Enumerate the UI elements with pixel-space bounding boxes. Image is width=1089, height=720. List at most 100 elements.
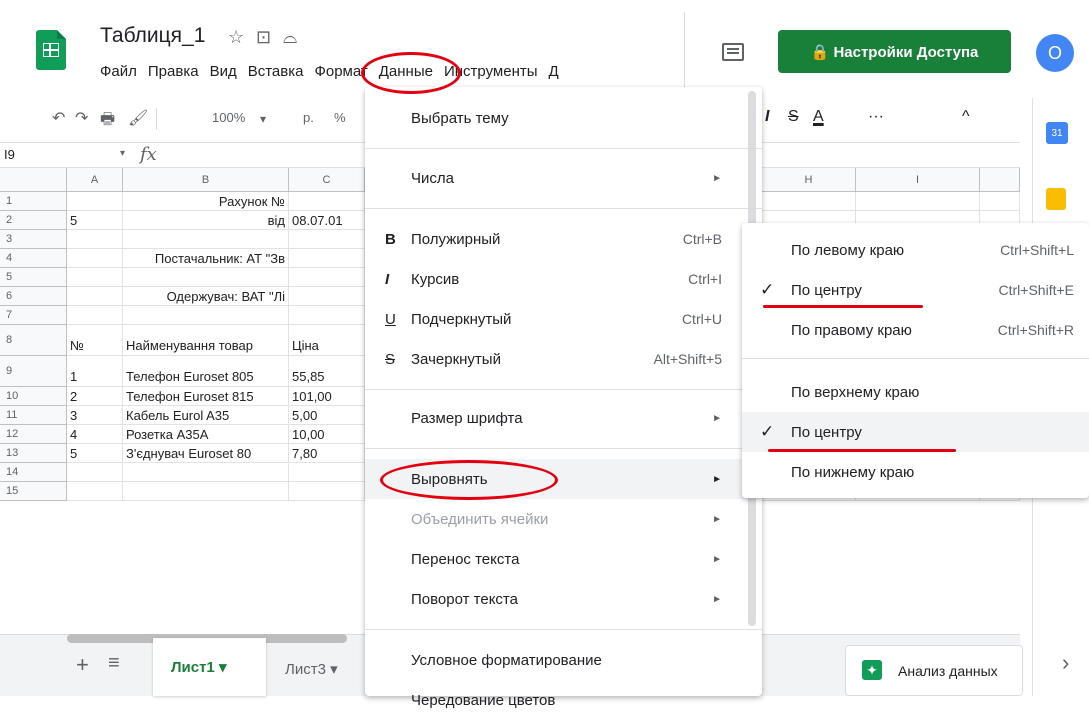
cell-b12[interactable]: Розетка A35A (123, 425, 289, 444)
column-header-c[interactable]: C (289, 168, 365, 192)
menu-item-align-top[interactable]: По верхнему краю (742, 372, 1089, 412)
document-title[interactable]: Таблиця_1 (100, 24, 205, 48)
menu-item-italic[interactable]: I Курсив Ctrl+I (365, 259, 762, 299)
row-header[interactable]: 1 (0, 192, 67, 211)
paint-format-icon[interactable]: 🖌 (128, 108, 148, 128)
row-header[interactable]: 11 (0, 406, 67, 425)
cell-b11[interactable]: Кабель Eurol A35 (123, 406, 289, 425)
chevron-down-icon[interactable]: ▾ (120, 148, 125, 159)
row-header[interactable]: 13 (0, 444, 67, 463)
menu-item-numbers[interactable]: Числа ► (365, 158, 762, 198)
cell-b1[interactable]: Рахунок № (123, 192, 289, 211)
cell-c10[interactable]: 101,00 (289, 387, 365, 406)
menu-item-wrap-text[interactable]: Перенос текста ► (365, 539, 762, 579)
row-header[interactable]: 5 (0, 268, 67, 287)
avatar[interactable]: O (1036, 34, 1074, 72)
menu-item-conditional-formatting[interactable]: Условное форматирование (365, 640, 762, 680)
cell[interactable] (980, 192, 1020, 211)
cell-c7[interactable] (289, 306, 365, 325)
cell-a3[interactable] (67, 230, 123, 249)
cell-c6[interactable] (289, 287, 365, 306)
cell-b7[interactable] (123, 306, 289, 325)
cloud-status-icon[interactable]: ⌓ (283, 27, 297, 48)
tab-sheet1[interactable]: Лист1 ▾ (153, 638, 266, 696)
cell-b6[interactable]: Одержувач: ВАТ "Лі (123, 287, 289, 306)
column-header-h[interactable]: H (762, 168, 856, 192)
cell-c3[interactable] (289, 230, 365, 249)
cell-c4[interactable] (289, 249, 365, 268)
menu-item-underline[interactable]: U Подчеркнутый Ctrl+U (365, 299, 762, 339)
cell-a8[interactable]: № (67, 325, 123, 356)
menu-format[interactable]: Формат (314, 63, 367, 80)
cell-a6[interactable] (67, 287, 123, 306)
sheets-logo-icon[interactable] (36, 30, 66, 70)
chevron-right-icon[interactable]: › (1062, 650, 1069, 676)
cell-c14[interactable] (289, 463, 365, 482)
cell-c11[interactable]: 5,00 (289, 406, 365, 425)
menu-item-font-size[interactable]: Размер шрифта ► (365, 398, 762, 438)
cell-b3[interactable] (123, 230, 289, 249)
row-header[interactable]: 7 (0, 306, 67, 325)
cell-a10[interactable]: 2 (67, 387, 123, 406)
row-header[interactable]: 4 (0, 249, 67, 268)
keep-icon[interactable] (1046, 188, 1066, 210)
menu-item-merge-cells[interactable]: Объединить ячейки ► (365, 499, 762, 539)
cell-c15[interactable] (289, 482, 365, 501)
cell-a2[interactable]: 5 (67, 211, 123, 230)
menu-item-strikethrough[interactable]: S Зачеркнутый Alt+Shift+5 (365, 339, 762, 379)
menu-item-bold[interactable]: B Полужирный Ctrl+B (365, 219, 762, 259)
calendar-icon[interactable]: 31 (1046, 122, 1068, 144)
strikethrough-icon[interactable]: S (788, 108, 799, 126)
cell-b4[interactable]: Постачальник: АТ "Зв (123, 249, 289, 268)
row-header[interactable]: 12 (0, 425, 67, 444)
menu-item-align-right[interactable]: По правому краю Ctrl+Shift+R (742, 310, 1089, 350)
row-header[interactable]: 3 (0, 230, 67, 249)
column-header-b[interactable]: B (123, 168, 289, 192)
cell-b9[interactable]: Телефон Euroset 805 (123, 356, 289, 387)
cell-c9[interactable]: 55,85 (289, 356, 365, 387)
menu-item-align-middle[interactable]: ✓ По центру (742, 412, 1089, 452)
currency-format-button[interactable]: р. (303, 110, 314, 125)
menu-file[interactable]: Файл (100, 63, 137, 80)
row-header[interactable]: 15 (0, 482, 67, 501)
menu-item-align-bottom[interactable]: По нижнему краю (742, 452, 1089, 492)
menu-item-align-center[interactable]: ✓ По центру Ctrl+Shift+E (742, 270, 1089, 310)
all-sheets-icon[interactable]: ≡ (108, 652, 120, 675)
cell-a7[interactable] (67, 306, 123, 325)
cell[interactable] (856, 192, 980, 211)
cell-a14[interactable] (67, 463, 123, 482)
zoom-select[interactable]: 100% (212, 110, 245, 125)
menu-view[interactable]: Вид (210, 63, 237, 80)
row-header[interactable]: 9 (0, 356, 67, 387)
comments-icon[interactable] (722, 43, 744, 61)
percent-format-button[interactable]: % (334, 110, 346, 125)
cell-b13[interactable]: З'єднувач Euroset 80 (123, 444, 289, 463)
cell-b15[interactable] (123, 482, 289, 501)
cell-c1[interactable] (289, 192, 365, 211)
column-header-j[interactable] (980, 168, 1020, 192)
cell-b5[interactable] (123, 268, 289, 287)
row-header[interactable]: 10 (0, 387, 67, 406)
menu-item-align-left[interactable]: По левому краю Ctrl+Shift+L (742, 230, 1089, 270)
corner-header[interactable] (0, 168, 67, 192)
text-color-icon[interactable]: A (813, 108, 824, 126)
cell-a15[interactable] (67, 482, 123, 501)
cell-c2[interactable]: 08.07.01 (289, 211, 365, 230)
star-icon[interactable]: ☆ (228, 27, 244, 48)
move-folder-icon[interactable]: ⊡ (256, 27, 271, 48)
cell-b10[interactable]: Телефон Euroset 815 (123, 387, 289, 406)
menu-insert[interactable]: Вставка (248, 63, 304, 80)
tab-sheet3[interactable]: Лист3 ▾ (285, 660, 338, 678)
column-header-a[interactable]: A (67, 168, 123, 192)
cell-a12[interactable]: 4 (67, 425, 123, 444)
row-header[interactable]: 8 (0, 325, 67, 356)
cell-a1[interactable] (67, 192, 123, 211)
row-header[interactable]: 2 (0, 211, 67, 230)
cell-a4[interactable] (67, 249, 123, 268)
cell-b2[interactable]: від (123, 211, 289, 230)
cell-a13[interactable]: 5 (67, 444, 123, 463)
chevron-down-icon[interactable]: ▾ (260, 112, 266, 126)
menu-item-alternating-colors[interactable]: Чередование цветов (365, 680, 762, 720)
row-header[interactable]: 6 (0, 287, 67, 306)
cell-c5[interactable] (289, 268, 365, 287)
